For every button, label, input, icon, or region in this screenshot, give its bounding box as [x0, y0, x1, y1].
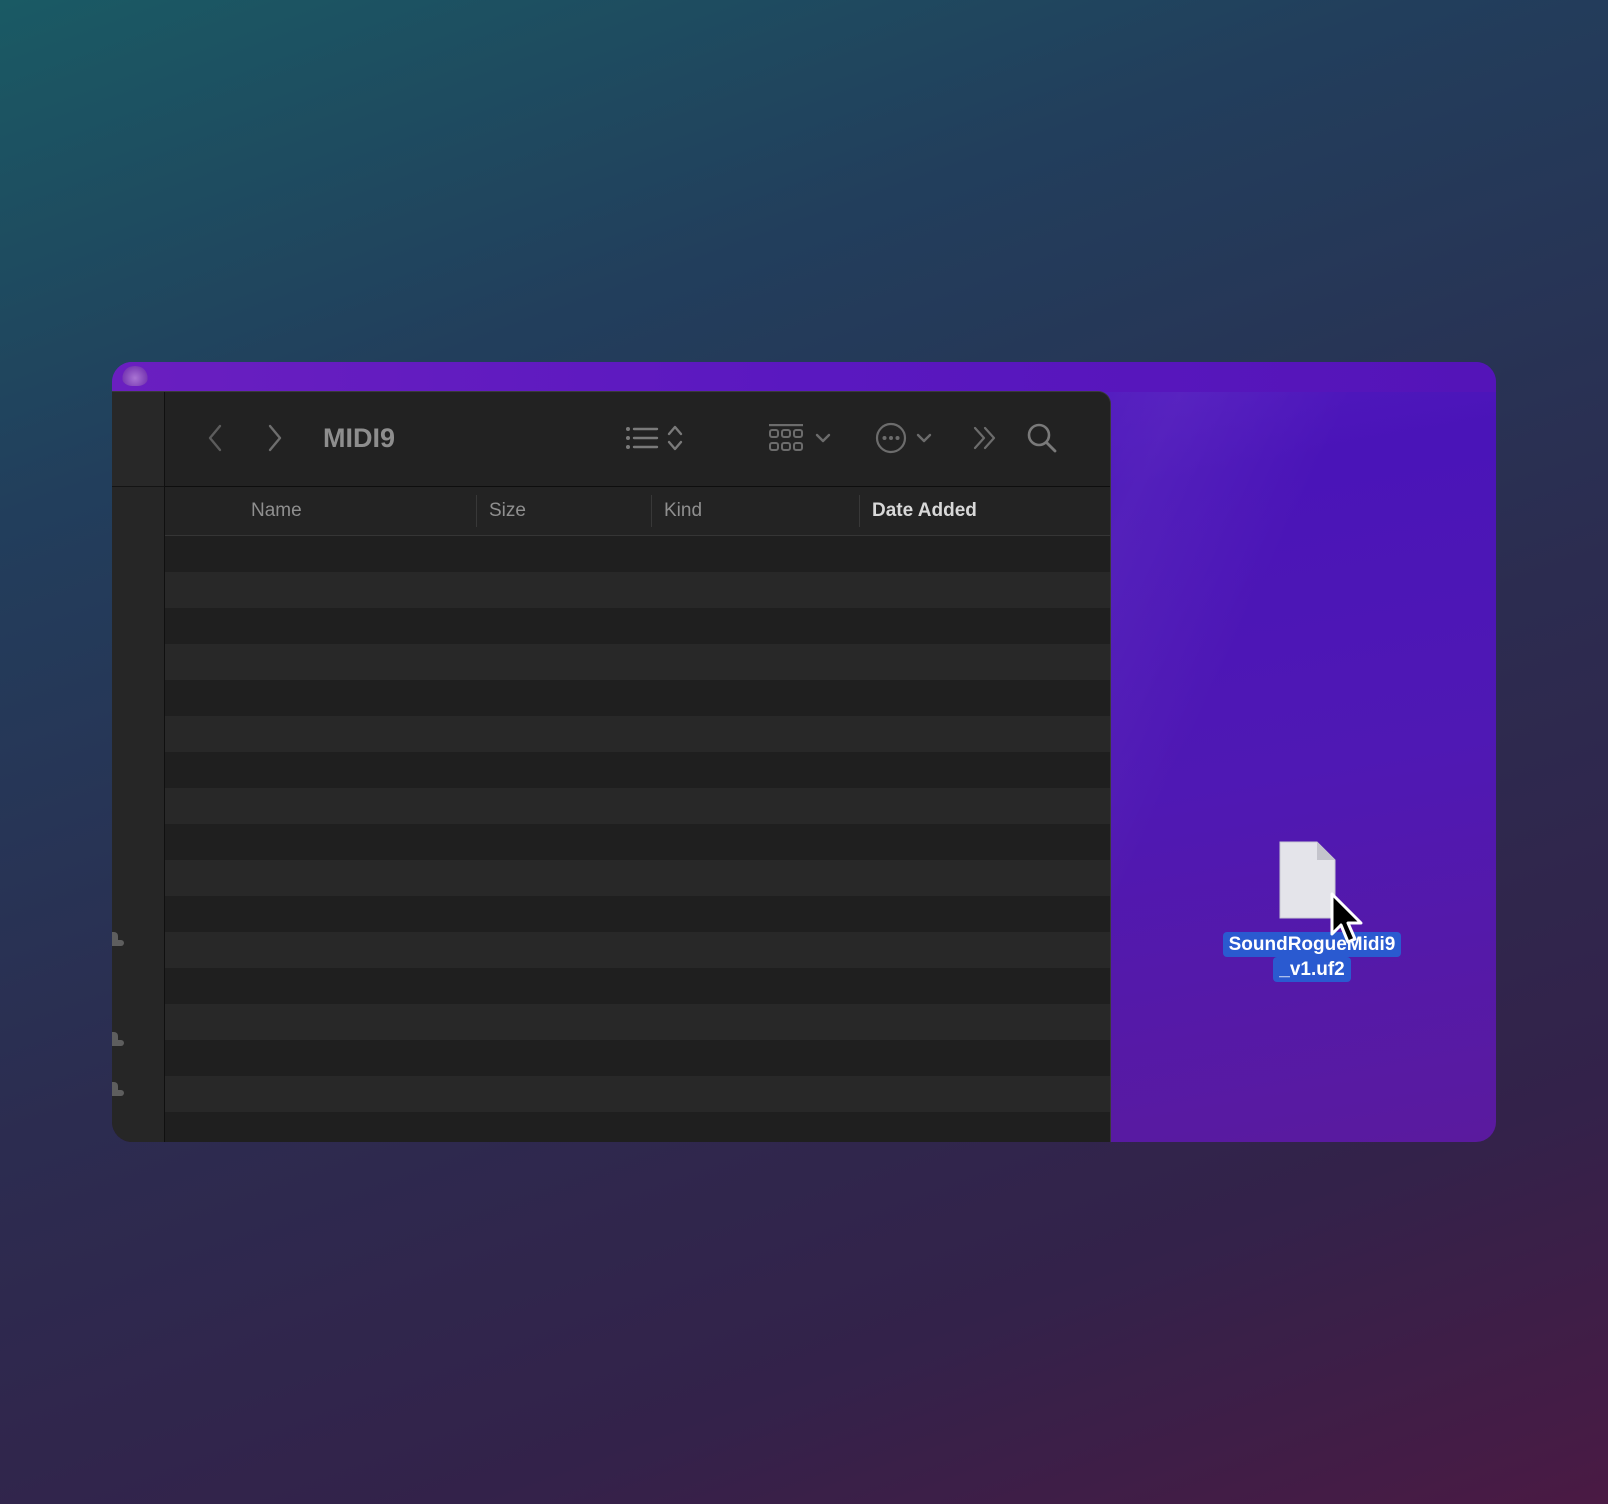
- sidebar-header: [112, 392, 164, 487]
- chevron-left-icon: [208, 424, 222, 452]
- search-icon: [1027, 423, 1057, 453]
- empty-row: [165, 536, 1110, 572]
- desktop-file-label[interactable]: SoundRogueMidi9 _v1.uf2: [1217, 932, 1407, 982]
- action-button[interactable]: [872, 422, 936, 454]
- desktop-file-item[interactable]: SoundRogueMidi9 _v1.uf2: [1217, 840, 1407, 990]
- toolbar: MIDI9: [165, 392, 1110, 487]
- finder-window: MIDI9 Name Size Kind Date Added: [112, 392, 1110, 1142]
- empty-row: [165, 860, 1110, 896]
- column-divider[interactable]: [476, 495, 477, 527]
- up-down-chevron-icon: [667, 425, 683, 451]
- empty-row: [165, 572, 1110, 608]
- empty-row: [165, 1004, 1110, 1040]
- grid-group-icon: [769, 424, 803, 451]
- empty-row: [165, 932, 1110, 968]
- empty-row: [165, 968, 1110, 1004]
- column-divider[interactable]: [859, 495, 860, 527]
- chevron-down-icon: [916, 433, 932, 443]
- empty-row: [165, 1040, 1110, 1076]
- empty-row: [165, 680, 1110, 716]
- file-list[interactable]: [165, 536, 1110, 1142]
- column-header-row: Name Size Kind Date Added: [165, 487, 1110, 536]
- empty-row: [165, 716, 1110, 752]
- empty-row: [165, 752, 1110, 788]
- search-button[interactable]: [1025, 422, 1059, 454]
- chevron-right-icon: [268, 424, 282, 452]
- apple-logo-icon[interactable]: [122, 366, 148, 386]
- empty-row: [165, 608, 1110, 644]
- external-disk-icon[interactable]: [112, 1082, 124, 1098]
- column-header-name[interactable]: Name: [251, 487, 302, 535]
- empty-row: [165, 1076, 1110, 1112]
- toolbar-overflow-button[interactable]: [970, 422, 1000, 454]
- external-disk-icon[interactable]: [112, 932, 124, 948]
- list-view-icon: [626, 427, 659, 449]
- empty-row: [165, 896, 1110, 932]
- column-header-date-added[interactable]: Date Added: [872, 487, 977, 535]
- window-title: MIDI9: [323, 423, 396, 453]
- column-header-size[interactable]: Size: [489, 487, 526, 535]
- back-button[interactable]: [201, 422, 229, 454]
- file-label-line-1: SoundRogueMidi9: [1222, 932, 1402, 957]
- ellipsis-circle-icon: [875, 422, 907, 454]
- sidebar: [112, 392, 165, 1142]
- double-chevron-right-icon: [973, 426, 996, 450]
- empty-row: [165, 788, 1110, 824]
- forward-button[interactable]: [261, 422, 289, 454]
- empty-row: [165, 824, 1110, 860]
- column-divider[interactable]: [651, 495, 652, 527]
- mouse-pointer-icon: [1330, 892, 1363, 944]
- chevron-down-icon: [815, 433, 831, 443]
- view-options-button[interactable]: [619, 422, 691, 454]
- empty-row: [165, 644, 1110, 680]
- empty-row: [165, 1112, 1110, 1142]
- group-button[interactable]: [765, 422, 835, 454]
- menu-bar: [112, 362, 1496, 392]
- screenshot-frame: MIDI9 Name Size Kind Date Added SoundRog…: [112, 362, 1496, 1142]
- column-header-kind[interactable]: Kind: [664, 487, 702, 535]
- file-label-line-2: _v1.uf2: [1273, 957, 1351, 982]
- external-disk-icon[interactable]: [112, 1032, 124, 1048]
